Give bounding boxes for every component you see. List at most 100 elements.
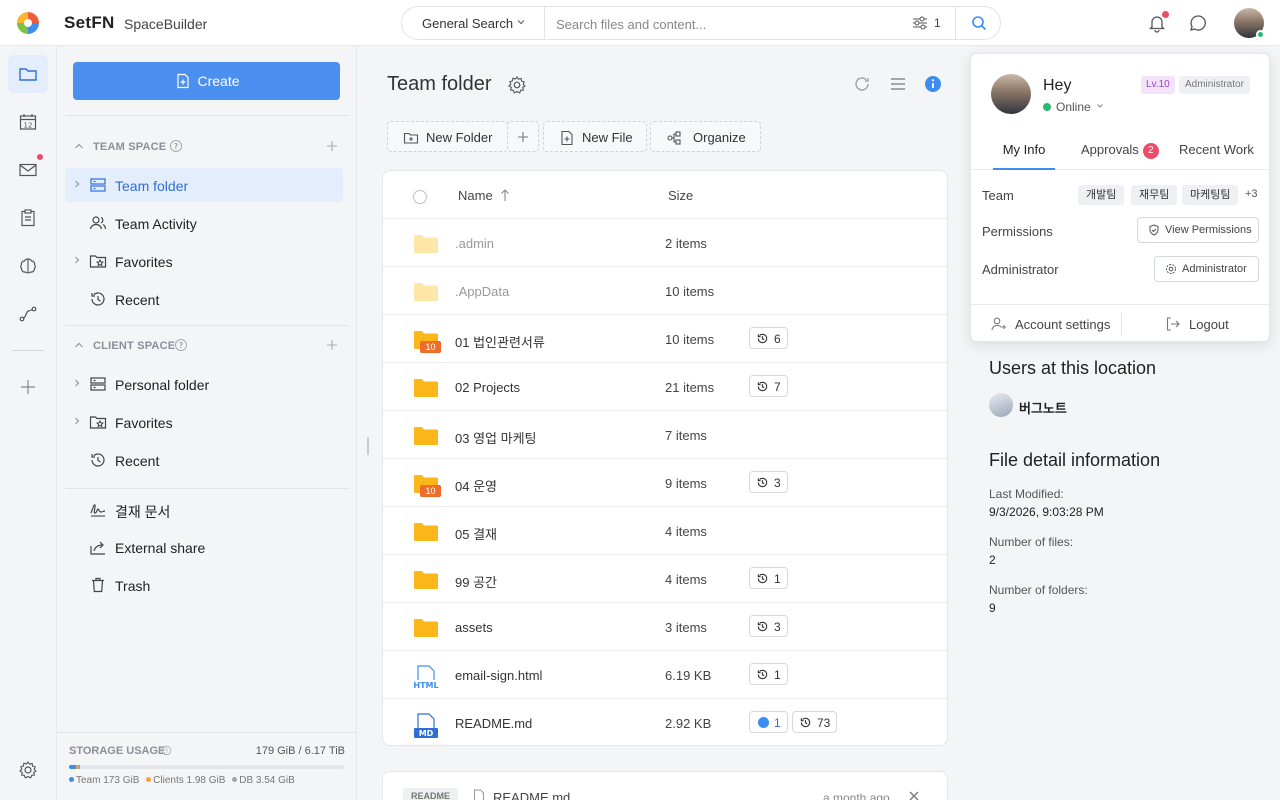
num-files-label: Number of files:: [989, 535, 1074, 549]
table-row[interactable]: assets 3 items 3: [383, 603, 947, 651]
help-circle-icon[interactable]: ?: [174, 338, 188, 352]
add-client-space-icon[interactable]: [325, 338, 339, 352]
team-more-count[interactable]: +3: [1245, 188, 1258, 200]
status-selector[interactable]: Online: [1043, 100, 1105, 114]
search-scope-dropdown[interactable]: General Search: [402, 7, 545, 39]
sidebar-item-team-folder[interactable]: Team folder: [65, 168, 343, 202]
table-row[interactable]: 10 01 법인관련서류 10 items 6: [383, 315, 947, 363]
history-icon: [800, 717, 811, 728]
file-name[interactable]: 04 운영: [455, 476, 497, 495]
rail-add[interactable]: [8, 368, 48, 406]
table-row[interactable]: .AppData 10 items: [383, 267, 947, 315]
chevron-right-icon[interactable]: [72, 255, 82, 265]
search-filter-button[interactable]: 1: [912, 14, 946, 34]
rail-settings[interactable]: [8, 751, 48, 789]
panel-resize-handle[interactable]: [367, 437, 369, 455]
file-name[interactable]: .admin: [455, 236, 494, 251]
rail-files[interactable]: [8, 55, 48, 93]
history-icon: [91, 453, 105, 467]
table-row[interactable]: .admin 2 items: [383, 219, 947, 267]
rail-calendar[interactable]: 12: [8, 103, 48, 141]
sidebar-item-team-favorites[interactable]: Favorites: [65, 244, 343, 278]
refresh-icon[interactable]: [853, 75, 871, 93]
folder-settings-icon[interactable]: [507, 75, 527, 95]
new-folder-options-button[interactable]: [507, 121, 539, 152]
history-icon: [757, 333, 768, 344]
file-name[interactable]: .AppData: [455, 284, 509, 299]
team-space-title: TEAM SPACE: [93, 141, 167, 153]
file-name[interactable]: 03 영업 마케팅: [455, 428, 536, 447]
administrator-button[interactable]: Administrator: [1154, 256, 1259, 282]
chevron-right-icon[interactable]: [72, 416, 82, 426]
organize-button[interactable]: Organize: [650, 121, 761, 152]
sidebar-item-trash[interactable]: Trash: [65, 568, 343, 602]
table-row[interactable]: 03 영업 마케팅 7 items: [383, 411, 947, 459]
app-logo[interactable]: [17, 12, 39, 34]
help-circle-icon[interactable]: ?: [161, 745, 172, 756]
sidebar-item-team-recent[interactable]: Recent: [65, 282, 343, 316]
svg-text:HTML: HTML: [413, 681, 438, 690]
svg-text:12: 12: [24, 122, 33, 130]
version-history-chip[interactable]: 6: [749, 327, 788, 349]
file-name[interactable]: README.md: [455, 716, 532, 731]
sidebar-item-team-activity[interactable]: Team Activity: [65, 206, 343, 240]
info-icon[interactable]: [924, 75, 942, 93]
rail-ai[interactable]: [8, 247, 48, 285]
version-history-chip[interactable]: 1: [749, 663, 788, 685]
tab-my-info[interactable]: My Info: [993, 142, 1055, 170]
version-history-chip[interactable]: 3: [749, 615, 788, 637]
search-icon: [972, 16, 987, 31]
table-row[interactable]: HTML email-sign.html 6.19 KB 1: [383, 651, 947, 699]
file-name[interactable]: 99 공간: [455, 572, 497, 591]
table-row[interactable]: 99 공간 4 items 1: [383, 555, 947, 603]
version-history-chip[interactable]: 1: [749, 567, 788, 589]
chevron-right-icon[interactable]: [72, 378, 82, 388]
search-button[interactable]: [955, 7, 1001, 39]
help-circle-icon[interactable]: ?: [169, 139, 183, 153]
tab-approvals[interactable]: Approvals 2: [1081, 142, 1159, 170]
add-team-space-icon[interactable]: [325, 139, 339, 153]
sort-ascending-icon[interactable]: [500, 188, 510, 202]
sidebar-item-client-favorites[interactable]: Favorites: [65, 405, 343, 439]
version-history-chip[interactable]: 3: [749, 471, 788, 493]
team-space-header[interactable]: TEAM SPACE ?: [73, 137, 341, 157]
file-name[interactable]: 05 결재: [455, 524, 497, 543]
readme-filename[interactable]: README.md: [493, 790, 570, 800]
search-input[interactable]: [556, 14, 896, 34]
select-all-checkbox[interactable]: [413, 190, 427, 204]
rail-tasks[interactable]: [8, 199, 48, 237]
file-name[interactable]: 02 Projects: [455, 380, 520, 395]
brand-name[interactable]: SetFN: [64, 13, 115, 33]
create-button[interactable]: Create: [73, 62, 340, 100]
avatar: [989, 393, 1013, 417]
chevron-right-icon[interactable]: [72, 179, 82, 189]
calendar-icon: 12: [19, 114, 37, 130]
file-name[interactable]: email-sign.html: [455, 668, 542, 683]
table-row[interactable]: 10 04 운영 9 items 3: [383, 459, 947, 507]
new-folder-button[interactable]: New Folder: [387, 121, 508, 152]
table-row[interactable]: 02 Projects 21 items 7: [383, 363, 947, 411]
list-view-icon[interactable]: [889, 75, 907, 93]
file-name[interactable]: 01 법인관련서류: [455, 332, 545, 351]
sidebar-item-personal-folder[interactable]: Personal folder: [65, 367, 343, 401]
administrator-label: Administrator: [982, 262, 1059, 277]
version-history-chip[interactable]: 73: [792, 711, 837, 733]
view-permissions-button[interactable]: View Permissions: [1137, 217, 1259, 243]
table-row[interactable]: 05 결재 4 items: [383, 507, 947, 555]
new-file-icon: [177, 73, 189, 89]
tab-recent-work[interactable]: Recent Work: [1179, 142, 1254, 170]
column-name[interactable]: Name: [458, 188, 493, 203]
rail-workflow[interactable]: [8, 295, 48, 333]
sidebar-item-external-share[interactable]: External share: [65, 530, 343, 564]
sidebar-item-client-recent[interactable]: Recent: [65, 443, 343, 477]
new-file-button[interactable]: New File: [543, 121, 647, 152]
messages-button[interactable]: [1188, 13, 1208, 33]
file-name[interactable]: assets: [455, 620, 493, 635]
close-icon[interactable]: [908, 790, 920, 800]
column-size[interactable]: Size: [668, 188, 693, 203]
sidebar-item-approval-docs[interactable]: 결재 문서: [65, 492, 343, 526]
table-row[interactable]: MD README.md 2.92 KB 1 73: [383, 699, 947, 745]
comment-count-chip[interactable]: 1: [749, 711, 788, 733]
client-space-header[interactable]: CLIENT SPACE ?: [73, 336, 341, 356]
version-history-chip[interactable]: 7: [749, 375, 788, 397]
